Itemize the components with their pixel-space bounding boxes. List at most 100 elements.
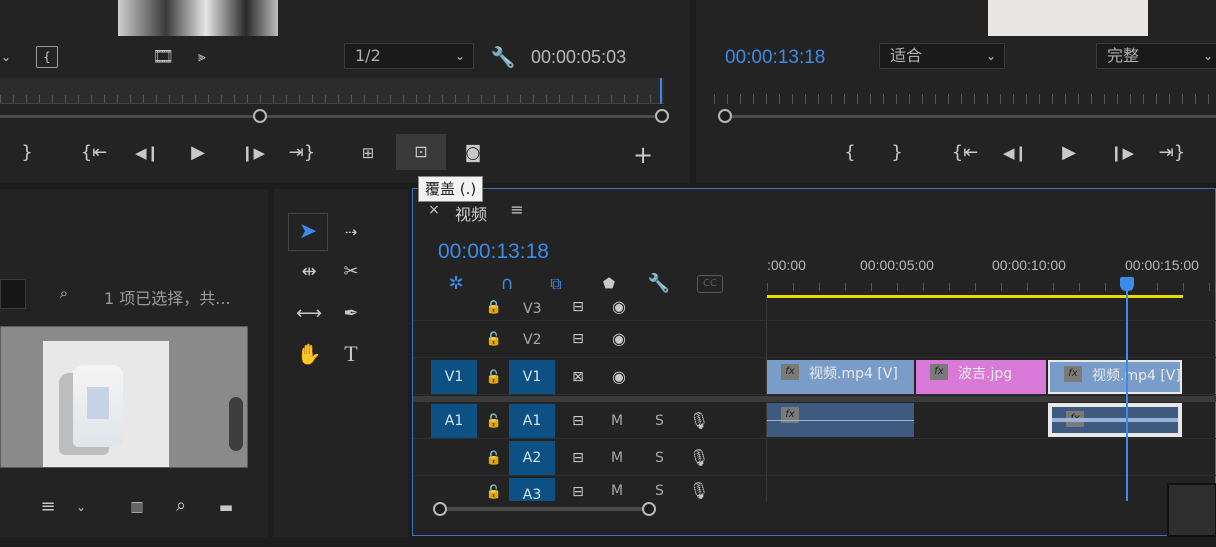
- source-time-ruler[interactable]: [0, 78, 664, 104]
- mark-in-icon[interactable]: {: [841, 142, 859, 164]
- razor-tool-icon[interactable]: ✂: [336, 259, 366, 285]
- lock-icon[interactable]: 🔓: [485, 483, 503, 501]
- timeline-timecode[interactable]: 00:00:13:18: [438, 240, 549, 264]
- lock-icon[interactable]: 🔓: [485, 412, 503, 430]
- timeline-ruler[interactable]: :00:00 00:00:05:00 00:00:10:00 00:00:15:…: [767, 249, 1216, 301]
- mute-button[interactable]: M: [611, 483, 623, 499]
- lock-icon[interactable]: 🔓: [485, 449, 503, 467]
- timeline-zoom-scrollbar[interactable]: [439, 507, 649, 511]
- new-bin-icon[interactable]: ▬: [214, 497, 238, 517]
- eye-icon[interactable]: ◉: [607, 368, 631, 386]
- program-quality-select[interactable]: 完整 ⌄: [1096, 43, 1216, 69]
- program-fit-select[interactable]: 适合 ⌄: [879, 43, 1005, 69]
- wrench-icon[interactable]: 🔧: [647, 273, 671, 295]
- camera-icon[interactable]: ◙: [460, 142, 486, 164]
- lock-icon[interactable]: 🔓: [485, 368, 503, 386]
- folder-search-icon[interactable]: ⌕: [52, 283, 76, 303]
- step-back-icon[interactable]: ◀❙: [1002, 142, 1028, 164]
- clip-video-1[interactable]: fx 视频.mp4 [V]: [767, 360, 914, 394]
- microphone-icon[interactable]: 🎙: [689, 411, 709, 431]
- type-tool-icon[interactable]: T: [336, 341, 366, 367]
- source-zoom-scrollbar[interactable]: [0, 115, 664, 118]
- play-icon[interactable]: ▶: [186, 142, 210, 164]
- track-label-a3[interactable]: A3: [509, 478, 555, 501]
- clip-audio-2[interactable]: fx: [1048, 403, 1182, 437]
- film-icon[interactable]: 🎞: [152, 46, 174, 68]
- source-resolution-select[interactable]: 1/2 ⌄: [344, 43, 474, 69]
- clip-video-2[interactable]: fx 视频.mp4 [V]: [1048, 360, 1182, 394]
- nest-icon[interactable]: ✲: [443, 273, 469, 295]
- timeline-playhead[interactable]: [1126, 289, 1128, 501]
- insert-icon[interactable]: ⊞: [353, 142, 383, 164]
- sort-icon[interactable]: ≡: [36, 497, 60, 517]
- play-icon[interactable]: ▶: [1057, 142, 1081, 164]
- step-back-icon[interactable]: ◀❙: [134, 142, 160, 164]
- lock-icon[interactable]: 🔒: [485, 299, 503, 315]
- project-media-item[interactable]: [0, 326, 248, 468]
- clip-audio-1[interactable]: fx: [767, 403, 914, 437]
- go-to-out-icon[interactable]: ⇥}: [288, 142, 316, 164]
- sync-lock-off-icon[interactable]: ⊠: [567, 368, 589, 386]
- chevron-down-icon[interactable]: ⌄: [0, 46, 12, 68]
- source-zoom-handle-right[interactable]: [655, 109, 669, 123]
- program-time-ruler[interactable]: [714, 88, 1216, 104]
- eye-icon[interactable]: ◉: [607, 299, 631, 315]
- audio-waveform-icon[interactable]: ⫸: [190, 46, 214, 68]
- pen-tool-icon[interactable]: ✒: [336, 301, 366, 327]
- microphone-icon[interactable]: 🎙: [689, 481, 709, 501]
- marker-in-icon[interactable]: {: [36, 46, 58, 68]
- search-icon[interactable]: ⌕: [170, 495, 192, 517]
- source-zoom-handle-left[interactable]: [253, 109, 267, 123]
- slip-tool-icon[interactable]: ⟷: [292, 301, 326, 327]
- track-label-v1[interactable]: V1: [509, 360, 555, 394]
- step-forward-icon[interactable]: ❙▶: [240, 142, 266, 164]
- source-patch-v1[interactable]: V1: [431, 360, 477, 394]
- go-to-out-icon[interactable]: ⇥}: [1158, 142, 1186, 164]
- program-timecode[interactable]: 00:00:13:18: [725, 47, 825, 69]
- eye-icon[interactable]: ◉: [607, 330, 631, 348]
- mute-button[interactable]: M: [611, 413, 623, 429]
- sync-lock-icon[interactable]: ⊟: [567, 299, 589, 315]
- panel-menu-icon[interactable]: ≡: [509, 201, 525, 219]
- overwrite-icon[interactable]: ⊡: [396, 134, 446, 170]
- lock-icon[interactable]: 🔓: [485, 330, 503, 348]
- add-button-icon[interactable]: +: [630, 142, 656, 168]
- captions-icon[interactable]: CC: [697, 275, 723, 293]
- sync-lock-icon[interactable]: ⊟: [567, 449, 589, 467]
- go-to-in-icon[interactable]: {⇤: [80, 142, 108, 164]
- program-zoom-handle-left[interactable]: [718, 109, 732, 123]
- source-playhead[interactable]: [660, 78, 662, 104]
- wrench-icon[interactable]: 🔧: [490, 45, 516, 69]
- mark-out-icon[interactable]: }: [888, 142, 906, 164]
- snap-magnet-icon[interactable]: ∩: [495, 273, 519, 295]
- add-marker-icon[interactable]: ⬟: [599, 273, 619, 295]
- go-to-in-icon[interactable]: {⇤: [951, 142, 979, 164]
- program-zoom-scrollbar[interactable]: [720, 115, 1216, 118]
- timeline-zoom-handle-right[interactable]: [642, 502, 656, 516]
- clip-image-1[interactable]: fx 波吉.jpg: [916, 360, 1046, 394]
- storyboard-icon[interactable]: ▥: [124, 497, 150, 517]
- sync-lock-icon[interactable]: ⊟: [567, 483, 589, 501]
- track-select-tool-icon[interactable]: ⇢: [334, 219, 368, 245]
- track-label-v3[interactable]: V3: [523, 301, 541, 317]
- microphone-icon[interactable]: 🎙: [689, 448, 709, 468]
- track-label-a2[interactable]: A2: [509, 441, 555, 475]
- close-icon[interactable]: ×: [427, 201, 441, 219]
- step-forward-icon[interactable]: ❙▶: [1109, 142, 1135, 164]
- ripple-edit-tool-icon[interactable]: ⇹: [292, 259, 326, 285]
- solo-button[interactable]: S: [655, 450, 664, 466]
- solo-button[interactable]: S: [655, 483, 664, 499]
- timeline-tab[interactable]: 视频: [455, 201, 487, 225]
- source-patch-a1[interactable]: A1: [431, 404, 477, 438]
- track-label-v2[interactable]: V2: [523, 332, 541, 348]
- chevron-down-icon[interactable]: ⌄: [74, 497, 88, 517]
- mark-out-icon[interactable]: }: [18, 142, 36, 164]
- selection-tool-icon[interactable]: ➤: [288, 213, 328, 251]
- sync-lock-icon[interactable]: ⊟: [567, 412, 589, 430]
- track-label-a1[interactable]: A1: [509, 404, 555, 438]
- mute-button[interactable]: M: [611, 450, 623, 466]
- linked-selection-icon[interactable]: ⧉: [543, 273, 569, 295]
- project-search-input[interactable]: [0, 279, 26, 309]
- project-scrollbar[interactable]: [229, 397, 243, 451]
- timeline-zoom-handle-left[interactable]: [433, 502, 447, 516]
